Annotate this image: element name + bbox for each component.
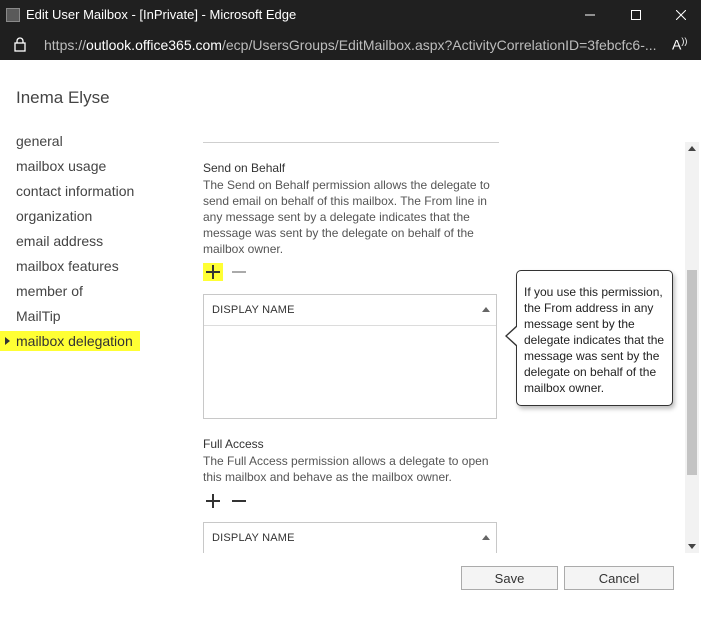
table-header[interactable]: DISPLAY NAME bbox=[204, 523, 496, 553]
send-on-behalf-remove-button[interactable] bbox=[229, 263, 249, 281]
url-text[interactable]: https://outlook.office365.com/ecp/UsersG… bbox=[44, 37, 657, 53]
send-on-behalf-title: Send on Behalf bbox=[203, 161, 286, 175]
minus-icon bbox=[232, 271, 246, 273]
minus-icon bbox=[232, 500, 246, 502]
full-access-table[interactable]: DISPLAY NAME bbox=[203, 522, 497, 553]
tooltip-arrow-fill bbox=[507, 326, 518, 346]
sort-ascending-icon[interactable] bbox=[482, 307, 490, 312]
column-header-display-name: DISPLAY NAME bbox=[212, 532, 295, 544]
close-button[interactable] bbox=[661, 2, 701, 28]
plus-icon bbox=[206, 265, 220, 279]
full-access-title: Full Access bbox=[203, 437, 264, 451]
app-icon bbox=[6, 8, 20, 22]
nav-item-organization[interactable]: organization bbox=[16, 208, 92, 224]
section-divider bbox=[203, 142, 499, 143]
scroll-down-icon[interactable] bbox=[688, 544, 696, 549]
send-on-behalf-table[interactable]: DISPLAY NAME bbox=[203, 294, 497, 419]
scrollbar-thumb[interactable] bbox=[687, 270, 697, 475]
nav-item-mailtip[interactable]: MailTip bbox=[16, 308, 61, 324]
url-path: /ecp/UsersGroups/EditMailbox.aspx?Activi… bbox=[221, 37, 657, 53]
save-button[interactable]: Save bbox=[461, 566, 558, 590]
plus-icon bbox=[206, 494, 220, 508]
browser-title-bar: Edit User Mailbox - [InPrivate] - Micros… bbox=[0, 0, 701, 30]
permission-tooltip: If you use this permission, the From add… bbox=[516, 270, 673, 406]
table-header[interactable]: DISPLAY NAME bbox=[204, 295, 496, 326]
nav-item-member-of[interactable]: member of bbox=[16, 283, 83, 299]
full-access-add-button[interactable] bbox=[203, 492, 223, 510]
sort-ascending-icon[interactable] bbox=[482, 535, 490, 540]
content-scrollbar[interactable] bbox=[685, 142, 699, 553]
selected-arrow-icon bbox=[5, 337, 10, 345]
mailbox-user-name: Inema Elyse bbox=[16, 88, 110, 107]
url-scheme: https:// bbox=[44, 37, 87, 53]
full-access-remove-button[interactable] bbox=[229, 492, 249, 510]
cancel-button[interactable]: Cancel bbox=[564, 566, 674, 590]
send-on-behalf-description: The Send on Behalf permission allows the… bbox=[203, 178, 490, 256]
tooltip-text: If you use this permission, the From add… bbox=[524, 285, 665, 395]
send-on-behalf-add-button[interactable] bbox=[203, 263, 223, 281]
scroll-up-icon[interactable] bbox=[688, 146, 696, 151]
nav-item-mailbox-delegation[interactable]: mailbox delegation bbox=[0, 331, 140, 351]
close-icon bbox=[676, 10, 686, 20]
minimize-button[interactable] bbox=[570, 2, 610, 28]
nav-item-mailbox-usage[interactable]: mailbox usage bbox=[16, 158, 106, 174]
nav-item-email-address[interactable]: email address bbox=[16, 233, 103, 249]
read-aloud-icon[interactable]: A)) bbox=[672, 36, 687, 53]
maximize-button[interactable] bbox=[616, 2, 656, 28]
column-header-display-name: DISPLAY NAME bbox=[212, 304, 295, 316]
minimize-icon bbox=[585, 14, 595, 16]
url-host: outlook.office365.com bbox=[86, 37, 222, 53]
maximize-icon bbox=[631, 10, 641, 20]
nav-item-label: mailbox delegation bbox=[16, 333, 133, 349]
nav-item-mailbox-features[interactable]: mailbox features bbox=[16, 258, 119, 274]
address-bar[interactable]: https://outlook.office365.com/ecp/UsersG… bbox=[0, 30, 701, 60]
nav-item-contact-information[interactable]: contact information bbox=[16, 183, 134, 199]
full-access-description: The Full Access permission allows a dele… bbox=[203, 454, 489, 484]
lock-icon[interactable] bbox=[14, 37, 26, 57]
window-title: Edit User Mailbox - [InPrivate] - Micros… bbox=[26, 7, 297, 22]
nav-item-general[interactable]: general bbox=[16, 133, 63, 149]
